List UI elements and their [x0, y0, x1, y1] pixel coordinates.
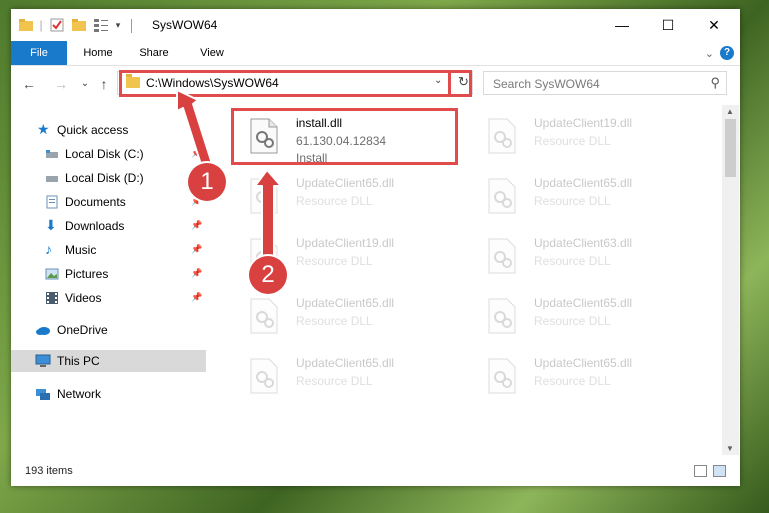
step-1-badge: 1 [188, 163, 226, 201]
arrow-2 [254, 169, 282, 259]
annotation-arrows [176, 89, 282, 259]
step-2-badge: 2 [249, 256, 287, 294]
arrow-1 [176, 89, 215, 175]
